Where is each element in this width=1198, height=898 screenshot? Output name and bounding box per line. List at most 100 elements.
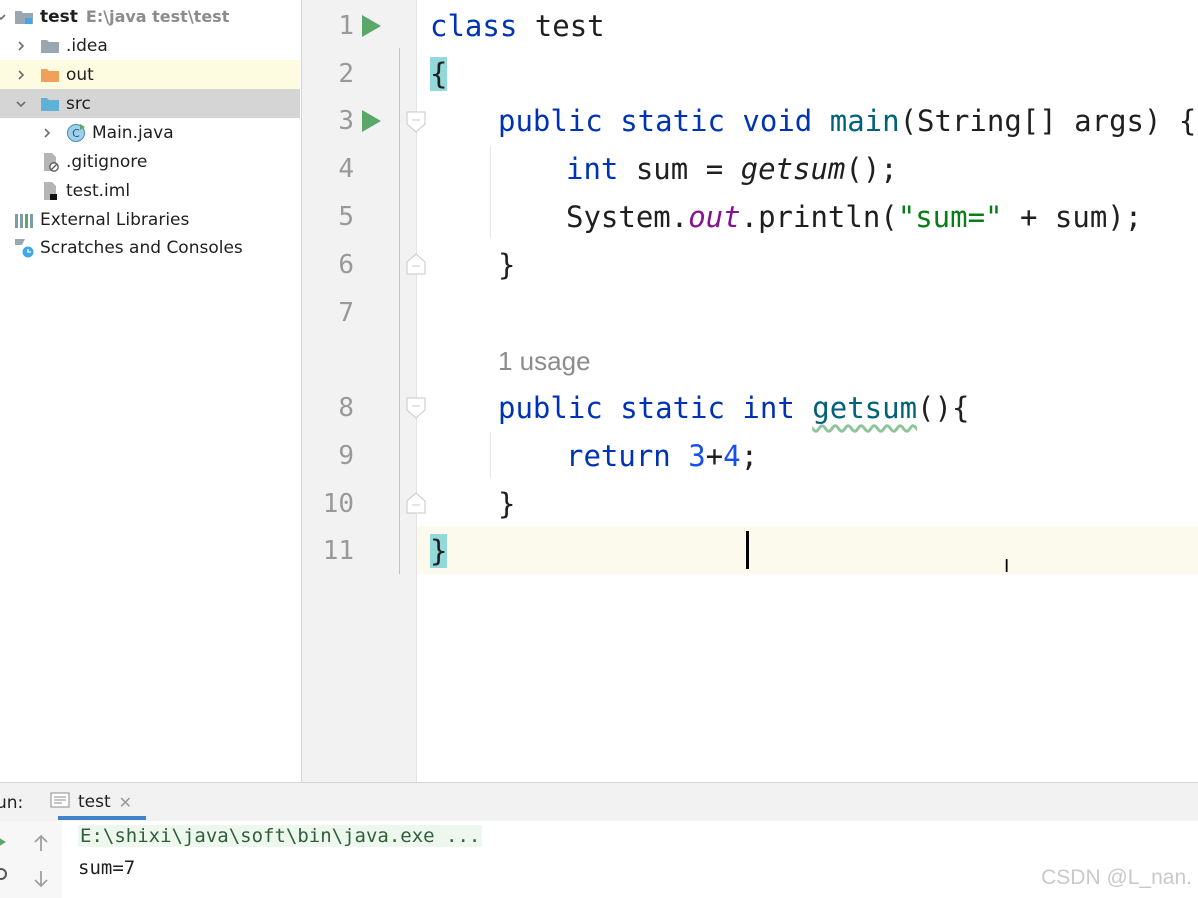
ibeam-cursor-icon: I xyxy=(1004,556,1010,577)
keyword-int: int xyxy=(566,152,619,186)
tree-root-test[interactable]: test E:\java test\test xyxy=(0,2,300,31)
brace-close: } xyxy=(498,487,516,521)
usage-inlay-hint[interactable]: 1 usage xyxy=(498,337,591,385)
console-command-line[interactable]: E:\shixi\java\soft\bin\java.exe ... xyxy=(78,825,483,847)
arrow-down-icon[interactable] xyxy=(32,869,50,889)
run-class-icon[interactable] xyxy=(362,15,381,37)
line-number: 9 xyxy=(338,441,354,471)
code-line-8: public static int getsum(){ xyxy=(498,384,969,432)
matched-brace-open: { xyxy=(430,57,448,91)
line-number: 1 xyxy=(338,11,354,41)
tree-root-label: test E:\java test\test xyxy=(40,7,229,27)
tree-item-gitignore[interactable]: .gitignore xyxy=(0,147,300,176)
tree-item-label: External Libraries xyxy=(40,209,190,230)
fold-collapse-icon[interactable] xyxy=(406,397,426,419)
root-name: test xyxy=(40,6,78,27)
chevron-right-icon[interactable] xyxy=(14,39,28,53)
tree-item-out[interactable]: out xyxy=(0,60,300,89)
folder-icon xyxy=(40,36,60,56)
tree-item-label: test.iml xyxy=(66,180,131,201)
line-number: 7 xyxy=(338,298,354,328)
semicolon: ; xyxy=(740,439,759,473)
line-number: 3 xyxy=(338,106,354,136)
module-file-icon xyxy=(40,181,60,201)
number-literal: 3 xyxy=(688,439,706,473)
project-tool-window: test E:\java test\test .idea out src C M… xyxy=(0,0,302,782)
tree-item-label: src xyxy=(66,93,91,114)
indent-guide xyxy=(490,432,491,478)
keywords: public static void xyxy=(498,104,830,138)
matched-brace-close: } xyxy=(430,534,448,568)
code-line-3: public static void main(String[] args) { xyxy=(498,97,1196,145)
keyword-class: class xyxy=(430,9,518,43)
line-number: 2 xyxy=(338,59,354,89)
svg-text:C: C xyxy=(72,127,80,140)
code-editor[interactable]: 1 2 3 4 5 6 7 8 9 10 11 class test { pub… xyxy=(302,0,1198,782)
assignment: sum = xyxy=(618,152,741,186)
method-getsum: getsum xyxy=(812,391,918,425)
tree-item-label: .idea xyxy=(66,35,108,56)
code-line-9: return 3+4; xyxy=(566,432,758,480)
text-caret xyxy=(746,531,749,569)
run-tool-window-header: un: test ✕ xyxy=(0,782,1198,822)
fold-end-icon[interactable] xyxy=(406,253,426,275)
static-call-getsum: getsum xyxy=(740,152,846,186)
indent-guide xyxy=(490,146,491,238)
line-number: 4 xyxy=(338,154,354,184)
brace-scope-guide xyxy=(399,48,400,574)
line-number: 11 xyxy=(322,536,354,566)
line-number: 5 xyxy=(338,202,354,232)
tree-item-scratches[interactable]: Scratches and Consoles xyxy=(0,233,300,262)
tree-item-idea[interactable]: .idea xyxy=(0,31,300,60)
source-folder-icon xyxy=(40,94,60,114)
root-path: E:\java test\test xyxy=(85,6,230,26)
scratches-icon xyxy=(14,238,34,258)
run-label: un: xyxy=(0,793,24,813)
method-main: main xyxy=(829,104,900,138)
chevron-right-icon[interactable] xyxy=(40,126,54,140)
keyword-return: return xyxy=(566,439,689,473)
chevron-down-icon[interactable] xyxy=(14,97,28,111)
active-tab-indicator xyxy=(58,816,146,820)
console-output[interactable]: E:\shixi\java\soft\bin\java.exe ... sum=… xyxy=(62,821,1198,898)
ignored-file-icon xyxy=(40,152,60,172)
excluded-folder-icon xyxy=(40,65,60,85)
run-main-icon[interactable] xyxy=(362,110,381,132)
params: (String[] args) { xyxy=(899,104,1197,138)
tree-item-label: out xyxy=(66,64,94,85)
fold-end-icon[interactable] xyxy=(406,492,426,514)
console-nav-toolbar xyxy=(20,821,63,898)
fold-collapse-icon[interactable] xyxy=(406,111,426,133)
tree-item-label: Main.java xyxy=(92,122,174,143)
watermark: CSDN @L_nan. xyxy=(1041,866,1192,889)
method-open: (){ xyxy=(917,391,970,425)
tree-item-label: Scratches and Consoles xyxy=(40,237,243,258)
code-line-10: } xyxy=(498,480,515,528)
operator: + xyxy=(705,439,724,473)
arrow-up-icon[interactable] xyxy=(32,833,50,853)
tree-item-src[interactable]: src xyxy=(0,89,300,118)
chevron-down-icon[interactable] xyxy=(0,10,8,24)
code-line-2: { xyxy=(430,50,448,98)
code-line-11: } xyxy=(430,527,448,575)
run-tab-label: test xyxy=(78,792,111,812)
rerun-icon[interactable] xyxy=(0,835,8,849)
module-folder-icon xyxy=(14,7,34,27)
call-end: (); xyxy=(845,152,898,186)
settings-icon[interactable] xyxy=(0,867,8,881)
close-icon[interactable]: ✕ xyxy=(119,793,132,812)
keywords: public static int xyxy=(498,391,813,425)
tree-item-main-java[interactable]: C Main.java xyxy=(0,118,300,147)
tree-item-test-iml[interactable]: test.iml xyxy=(0,176,300,205)
chevron-right-icon[interactable] xyxy=(14,68,28,82)
line-number: 8 xyxy=(338,393,354,423)
line-number: 6 xyxy=(338,250,354,280)
console-tab-icon xyxy=(50,792,70,812)
tree-item-label: .gitignore xyxy=(66,151,148,172)
console-output-line: sum=7 xyxy=(78,857,136,879)
tree-item-external-libraries[interactable]: External Libraries xyxy=(0,205,300,234)
system-ref: System. xyxy=(566,200,689,234)
java-class-icon: C xyxy=(66,123,86,143)
line-number: 10 xyxy=(322,489,354,519)
code-line-6: } xyxy=(498,241,515,289)
